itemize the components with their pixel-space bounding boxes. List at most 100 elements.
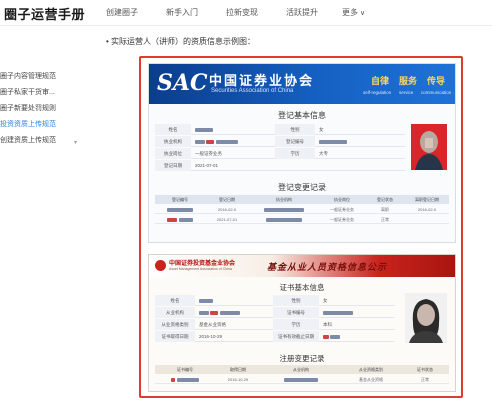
field-label: 登记编号 [275,136,315,147]
sac-field-row: 姓名 性别 女 [155,124,405,135]
amac-qualification-card: 中国证券投资基金业协会 Asset Management Association… [148,254,456,392]
site-brand[interactable]: 圈子运营手册 [4,4,85,23]
table-header-cell: 从业资格类别 [359,367,383,372]
sac-id-photo [411,124,447,170]
amac-section-change-record: 注册变更记录 [279,354,325,363]
example-image-frame: SAC 中国证券业协会 Securities Association of Ch… [139,56,463,398]
field-value [321,331,391,342]
sidebar-item-penalty-rules[interactable]: 圈子新要处罚规则 [0,103,84,113]
field-label: 执业岗位 [155,148,191,159]
bullet-text-label: 实际运营人（讲师）的资质信息示例图： [111,37,256,46]
field-label: 登记日期 [155,160,191,171]
field-value: 2021-07-01 [195,163,219,168]
field-value [193,136,273,147]
field-value: 女 [323,298,328,303]
sac-slogan-sub-3: communication [421,90,452,95]
table-header-cell: 证书编号 [177,367,193,372]
field-value [197,295,271,306]
amac-field-row: 从业资格类别 基金从业资格 学历 本科 [155,319,395,330]
sac-name-cn: 中国证券业协会 [209,73,315,88]
amac-logo-icon [155,260,166,271]
table-header-cell: 登记状态 [377,197,393,202]
sac-field-row: 执业岗位 一般证券业务 学历 大专 [155,148,405,159]
field-value [197,307,271,318]
field-label: 证书编号 [273,307,319,318]
amac-org-cn: 中国证券投资基金业协会 [169,261,236,267]
field-value: 2016-10-29 [199,334,223,339]
table-cell [261,375,341,384]
field-label: 学历 [273,319,319,330]
nav-create-circle[interactable]: 创建圈子 [106,7,138,18]
sidebar: 圈子内容管理规范 圈子私家干货审... 圈子新要处罚规则 投资资质上传规范 创建… [0,27,90,404]
field-value [321,307,391,318]
sac-banner: SAC 中国证券业协会 Securities Association of Ch… [149,64,455,104]
field-label: 从业资格类别 [155,319,195,330]
table-cell: 离职 [381,207,389,212]
field-value: 一般证券业务 [195,151,222,156]
field-value [193,124,273,135]
table-cell: 2016-10-29 [227,377,249,382]
sidebar-item-create-qualification[interactable]: 创建资质上传规范 [0,135,84,145]
table-cell: 基金从业资格 [359,377,383,382]
sidebar-item-investment-qualification[interactable]: 投资资质上传规范 [0,119,84,129]
sac-section-change-record: 登记变更记录 [278,183,326,192]
amac-field-row: 姓名 性别 女 [155,295,395,306]
sidebar-item-private-review[interactable]: 圈子私家干货审... [0,87,84,97]
sidebar-item-content-rules[interactable]: 圈子内容管理规范 [0,71,84,81]
table-header-cell: 离职登记日期 [415,197,439,202]
field-value [317,136,397,147]
table-cell [249,215,319,224]
amac-title: 基金从业人员资格信息公示 [267,262,388,272]
chevron-down-icon: ∨ [360,10,366,17]
table-cell: 正常 [421,377,429,382]
table-row: 2016-10-29 基金从业资格 正常 [155,375,449,384]
table-cell: 正常 [381,217,389,222]
field-label: 证书取得日期 [155,331,195,342]
amac-field-row: 证书取得日期 2016-10-29 证书有效截止日期 [155,331,395,342]
table-header-cell: 登记日期 [219,197,235,202]
table-header-cell: 证书状态 [417,367,433,372]
table-cell [155,375,215,384]
sac-name-en: Securities Association of China [211,88,294,94]
amac-org-en: Asset Management Association of China [169,267,232,271]
field-value: 本科 [323,322,332,327]
table-cell: 2021-07-01 [216,217,238,222]
table-cell [249,205,319,214]
amac-table-header: 证书编号 取得日期 从业机构 从业资格类别 证书状态 [155,365,449,374]
table-cell: 2016-02-0 [217,207,237,212]
sac-field-row: 执业机构 登记编号 [155,136,405,147]
field-value: 基金从业资格 [199,322,226,327]
bullet-text: • 实际运营人（讲师）的资质信息示例图： [106,37,256,46]
field-label: 学历 [275,148,315,159]
sac-slogan-1: 自律 [371,76,390,86]
sac-field-row: 登记日期 2021-07-01 [155,160,405,171]
table-cell [155,205,205,214]
field-label: 姓名 [155,124,191,135]
field-value: 大专 [319,151,328,156]
amac-section-basic-info: 证书基本信息 [279,283,325,292]
sac-table-header: 登记编号 登记日期 执业机构 执业岗位 登记状态 离职登记日期 [155,195,449,204]
sac-slogan-sub-1: self-regulation [363,90,392,95]
nav-more-label: 更多 [342,8,358,17]
field-label: 证书有效截止日期 [273,331,319,342]
chevron-down-icon[interactable]: ▾ [74,139,77,146]
nav-getting-started[interactable]: 新手入门 [166,7,198,18]
table-header-cell: 登记编号 [172,197,188,202]
sac-logo: SAC [157,70,208,96]
top-navigation-bar: 圈子运营手册 创建圈子 新手入门 拉新变现 活跃提升 更多 ∨ [0,0,492,26]
amac-field-row: 从业机构 证书编号 [155,307,395,318]
table-cell: 一般证券业务 [330,217,354,222]
field-label: 从业机构 [155,307,195,318]
table-row: 2016-02-0 一般证券业务 离职 2016-02-0 [155,205,449,214]
sac-registration-card: SAC 中国证券业协会 Securities Association of Ch… [148,63,456,243]
table-cell [155,215,205,224]
table-header-cell: 取得日期 [230,367,246,372]
nav-growth-monetize[interactable]: 拉新变现 [226,7,258,18]
table-cell: 2016-02-0 [417,207,437,212]
table-header-cell: 执业机构 [276,197,292,202]
field-label: 性别 [273,295,319,306]
nav-more-menu[interactable]: 更多 ∨ [342,7,365,18]
nav-activity-boost[interactable]: 活跃提升 [286,7,318,18]
sac-section-basic-info: 登记基本信息 [278,111,326,120]
sac-slogan-sub-2: service [399,90,414,95]
